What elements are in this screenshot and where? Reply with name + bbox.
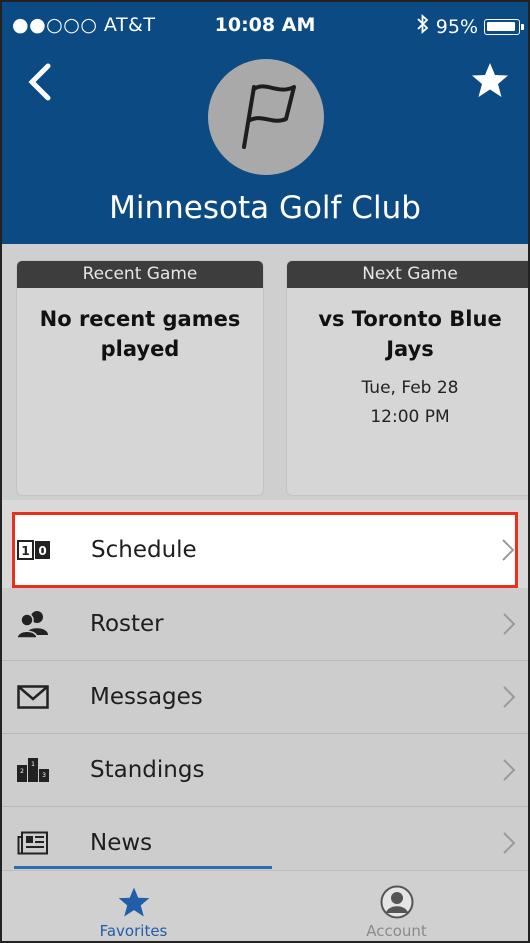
recent-game-card[interactable]: Recent Game No recent games played [16, 260, 264, 496]
tab-account[interactable]: Account [265, 871, 528, 941]
chevron-right-icon [503, 759, 516, 781]
battery-percent: 95% [435, 15, 478, 38]
menu-item-schedule[interactable]: 1 0 Schedule [12, 512, 518, 588]
menu-label-news: News [90, 830, 153, 856]
favorite-button[interactable] [470, 60, 510, 100]
star-icon [472, 63, 508, 97]
svg-text:1: 1 [31, 761, 35, 768]
newspaper-icon [16, 826, 50, 860]
tab-favorites[interactable]: Favorites [2, 871, 265, 941]
menu-item-standings[interactable]: 2 1 3 Standings [2, 734, 528, 807]
menu-label-roster: Roster [90, 611, 164, 637]
chevron-right-icon [502, 539, 515, 561]
next-game-date: Tue, Feb 28 [361, 378, 459, 398]
scoreboard-icon: 1 0 [17, 533, 51, 567]
menu-label-messages: Messages [90, 684, 203, 710]
team-menu: 1 0 Schedule Roster Messages 2 1 3 Stand… [2, 512, 528, 880]
back-button[interactable] [22, 60, 58, 104]
team-logo [208, 59, 324, 175]
status-right: 95% [416, 13, 524, 39]
tab-label-account: Account [366, 922, 427, 940]
podium-icon: 2 1 3 [16, 753, 50, 787]
chevron-right-icon [503, 832, 516, 854]
star-icon [118, 887, 150, 917]
menu-item-messages[interactable]: Messages [2, 661, 528, 734]
tab-label-favorites: Favorites [99, 922, 168, 940]
tab-bar: Favorites Account [2, 870, 528, 941]
chevron-right-icon [503, 613, 516, 635]
recent-game-label: Recent Game [17, 261, 263, 288]
envelope-icon [16, 680, 50, 714]
next-game-card[interactable]: Next Game vs Toronto Blue Jays Tue, Feb … [286, 260, 528, 496]
status-bar: ●●○○○ AT&T 10:08 AM 95% [2, 2, 528, 52]
menu-label-schedule: Schedule [91, 537, 197, 563]
next-game-label: Next Game [287, 261, 528, 288]
game-cards: Recent Game No recent games played Next … [2, 244, 528, 500]
recent-game-text: No recent games played [39, 307, 241, 361]
svg-text:0: 0 [38, 544, 46, 558]
scroll-indicator [14, 866, 272, 869]
people-icon [16, 607, 50, 641]
user-icon [380, 885, 414, 919]
menu-label-standings: Standings [90, 757, 205, 783]
chevron-right-icon [503, 686, 516, 708]
team-header: ●●○○○ AT&T 10:08 AM 95% Minnesota Golf C… [2, 2, 528, 244]
chevron-left-icon [28, 63, 51, 101]
team-name: Minnesota Golf Club [109, 190, 421, 226]
app-screen: ●●○○○ AT&T 10:08 AM 95% Minnesota Golf C… [0, 0, 530, 943]
menu-item-roster[interactable]: Roster [2, 588, 528, 661]
battery-icon [484, 18, 524, 35]
flag-icon [242, 84, 296, 149]
bluetooth-icon [416, 13, 430, 39]
svg-text:1: 1 [21, 544, 29, 558]
next-game-opponent: vs Toronto Blue Jays [318, 307, 502, 361]
svg-text:2: 2 [20, 768, 24, 775]
svg-text:3: 3 [42, 772, 46, 779]
next-game-time: 12:00 PM [370, 407, 450, 427]
